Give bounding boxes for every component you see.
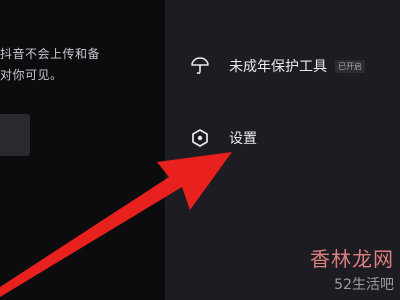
watermark-brand: 香林龙网 bbox=[310, 247, 394, 271]
watermark-sub: 52生活吧 bbox=[334, 277, 394, 293]
watermark: 香林龙网 52生活吧 bbox=[274, 243, 394, 294]
app-screen: 抖音不会上传和备 对你可见。 未成年保护工具 已开启 设置 香林龙网 52生活吧 bbox=[0, 0, 400, 300]
